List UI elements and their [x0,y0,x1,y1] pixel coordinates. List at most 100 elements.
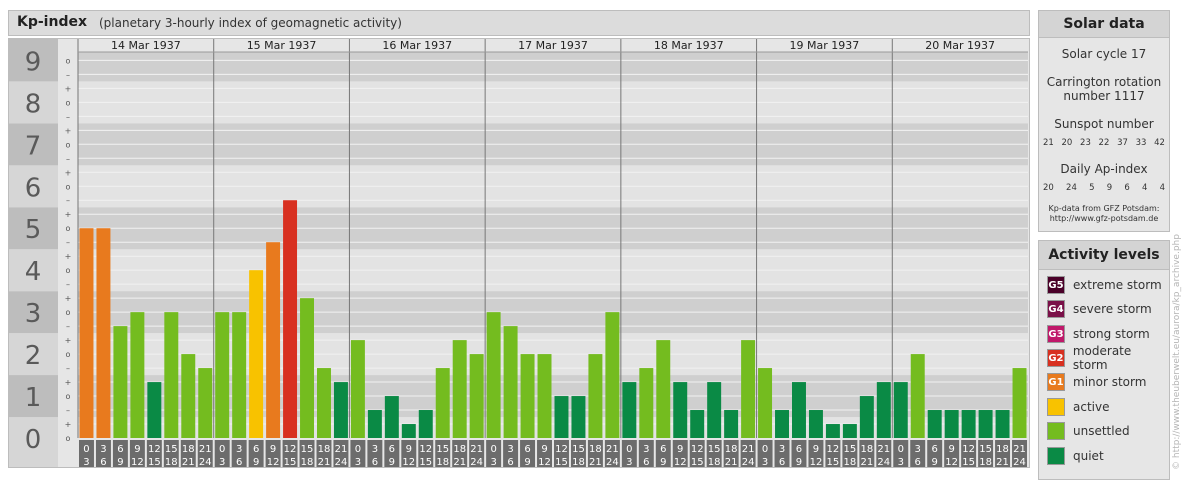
ap-row: 20 24 5 9 6 4 4 [1043,183,1165,193]
interval-start-label: 6 [660,444,666,455]
kp-bar [520,354,535,438]
interval-end-label: 12 [945,457,958,468]
sunspot-value: 37 [1117,138,1128,148]
kp-bar [978,410,993,438]
kp-bar [198,368,213,438]
interval-end-label: 9 [660,457,666,468]
kp-bar [571,396,586,438]
interval-start-label: 9 [134,444,140,455]
kp-bar [741,340,756,438]
kp-bar [113,326,128,438]
minor-tick-symbol: + [65,168,72,177]
interval-start-label: 21 [877,444,890,455]
interval-start-label: 6 [389,444,395,455]
ap-value: 6 [1124,183,1130,193]
sunspot-title: Sunspot number [1054,117,1154,131]
interval-start-label: 0 [355,444,361,455]
interval-start-label: 12 [148,444,161,455]
minor-tick-symbol: o [66,350,71,359]
kp-bar [605,312,620,438]
interval-start-label: 3 [915,444,921,455]
interval-end-label: 12 [402,457,415,468]
day-label: 14 Mar 1937 [111,39,181,52]
kp-bar [503,326,518,438]
watermark: © http://www.theuberwelt.eu/aurora/kp_ar… [1172,234,1182,470]
kp-bar [486,312,501,438]
minor-tick-symbol: o [66,392,71,401]
interval-end-label: 3 [490,457,496,468]
minor-tick-symbol: – [66,154,70,163]
interval-end-label: 12 [538,457,551,468]
interval-end-label: 24 [742,457,755,468]
interval-start-label: 9 [270,444,276,455]
minor-tick-symbol: + [65,126,72,135]
kp-bar [927,410,942,438]
interval-end-label: 18 [165,457,178,468]
interval-end-label: 21 [996,457,1009,468]
level-strong-storm: G3 strong storm [1047,324,1150,344]
kp-bar [825,424,840,438]
interval-start-label: 18 [589,444,602,455]
kp-bar-chart: 0123456789o+–o+–o+–o+–o+–o+–o+–o+–o+–o14… [8,38,1030,468]
interval-start-label: 18 [996,444,1009,455]
kp-bar [164,312,179,438]
interval-end-label: 15 [555,457,568,468]
interval-start-label: 18 [725,444,738,455]
minor-tick-symbol: o [66,308,71,317]
interval-start-label: 3 [643,444,649,455]
kp-bar [537,354,552,438]
interval-end-label: 18 [301,457,314,468]
interval-start-label: 15 [301,444,314,455]
minor-tick-symbol: + [65,420,72,429]
interval-end-label: 15 [962,457,975,468]
interval-start-label: 0 [490,444,496,455]
kp-bar [367,410,382,438]
interval-start-label: 12 [962,444,975,455]
interval-start-label: 0 [762,444,768,455]
interval-end-label: 12 [267,457,280,468]
interval-start-label: 9 [541,444,547,455]
interval-end-label: 9 [253,457,259,468]
interval-start-label: 3 [507,444,513,455]
ap-title: Daily Ap-index [1060,162,1148,176]
minor-tick-symbol: o [66,98,71,107]
level-swatch: G5 [1047,276,1065,294]
interval-end-label: 6 [236,457,242,468]
interval-start-label: 15 [572,444,585,455]
interval-end-label: 6 [779,457,785,468]
interval-start-label: 3 [100,444,106,455]
level-severe-storm: G4 severe storm [1047,299,1152,319]
credit-link[interactable]: http://www.gfz-potsdam.de [1039,214,1169,223]
kp-bar [758,368,773,438]
activity-levels-title: Activity levels [1039,241,1169,270]
interval-end-label: 18 [844,457,857,468]
minor-tick-symbol: + [65,378,72,387]
level-swatch [1047,398,1065,416]
interval-start-label: 21 [606,444,619,455]
level-swatch [1047,422,1065,440]
y-tick-label: 1 [25,383,42,413]
interval-start-label: 6 [796,444,802,455]
activity-levels-box: Activity levels G5 extreme storm G4 seve… [1038,240,1170,480]
minor-tick-symbol: o [66,140,71,149]
y-tick-label: 3 [25,299,42,329]
level-label: severe storm [1073,302,1152,316]
level-swatch: G4 [1047,300,1065,318]
kp-bar [300,298,314,438]
ap-value: 20 [1043,183,1054,193]
interval-end-label: 6 [915,457,921,468]
level-swatch: G3 [1047,325,1065,343]
interval-start-label: 9 [406,444,412,455]
interval-end-label: 15 [827,457,840,468]
carrington-line2: number 1117 [1063,89,1145,103]
interval-start-label: 0 [626,444,632,455]
interval-start-label: 21 [199,444,212,455]
interval-start-label: 9 [677,444,683,455]
interval-end-label: 15 [284,457,297,468]
y-tick-label: 4 [25,257,42,287]
minor-tick-symbol: + [65,84,72,93]
interval-end-label: 15 [419,457,432,468]
minor-tick-symbol: + [65,294,72,303]
level-minor-storm: G1 minor storm [1047,372,1146,392]
interval-start-label: 15 [979,444,992,455]
